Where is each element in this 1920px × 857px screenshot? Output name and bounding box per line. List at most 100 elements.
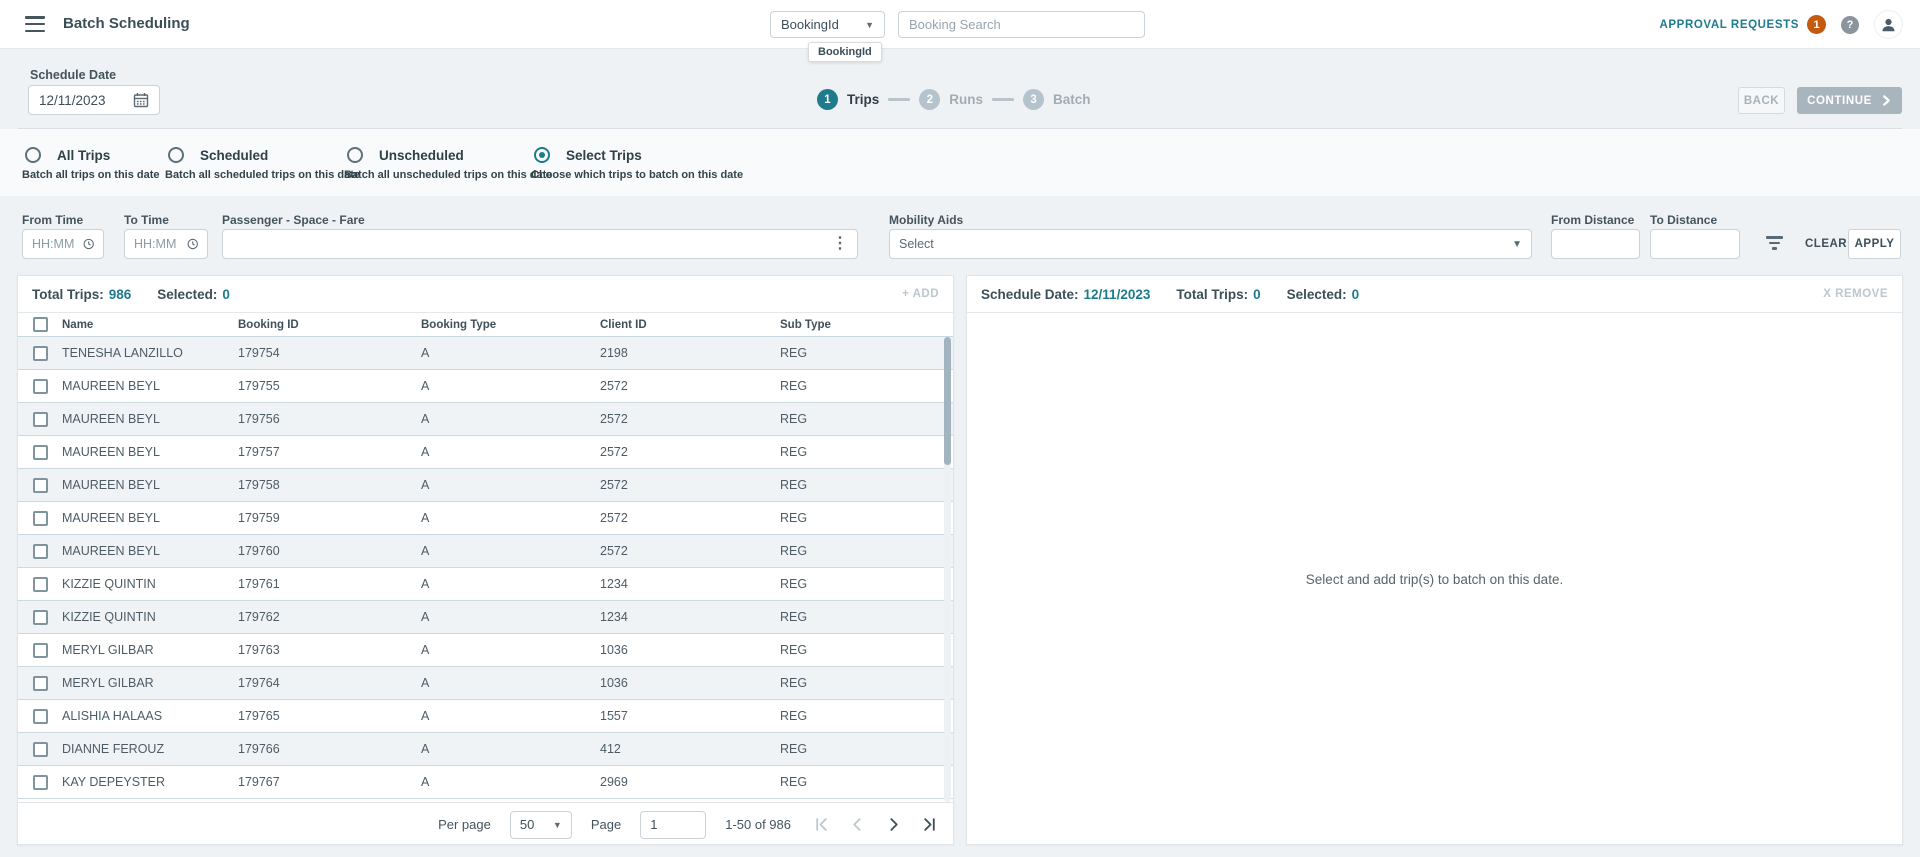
cell-booking-type: A	[421, 412, 430, 426]
cell-name: KIZZIE QUINTIN	[62, 610, 156, 624]
cell-sub-type: REG	[780, 577, 808, 591]
step-batch[interactable]: 3 Batch	[1023, 89, 1091, 110]
from-time-field[interactable]	[22, 229, 104, 259]
row-checkbox[interactable]	[32, 345, 48, 361]
table-row[interactable]: ALISHIA HALAAS 179765 A 1557 REG	[18, 700, 953, 733]
row-checkbox[interactable]	[32, 576, 48, 592]
radio-select-trips[interactable]: Select Trips Choose which trips to batch…	[531, 147, 743, 181]
from-time-input[interactable]	[32, 237, 83, 251]
radio-icon[interactable]	[25, 147, 41, 163]
trip-mode-band: All Trips Batch all trips on this date S…	[0, 129, 1920, 196]
step-trips[interactable]: 1 Trips	[817, 89, 879, 110]
table-row[interactable]: KIZZIE QUINTIN 179761 A 1234 REG	[18, 568, 953, 601]
next-page-icon[interactable]	[886, 817, 901, 832]
table-row[interactable]: MAUREEN BEYL 179755 A 2572 REG	[18, 370, 953, 403]
passenger-space-fare-input[interactable]	[232, 237, 832, 251]
first-page-icon[interactable]	[814, 817, 829, 832]
table-row[interactable]: MAUREEN BEYL 179757 A 2572 REG	[18, 436, 953, 469]
row-checkbox[interactable]	[32, 411, 48, 427]
schedule-date-input[interactable]: 12/11/2023	[28, 85, 160, 115]
passenger-space-fare-field[interactable]: ⋮	[222, 229, 858, 259]
page-input[interactable]	[640, 810, 707, 839]
booking-search-input[interactable]	[898, 11, 1145, 38]
radio-all-trips[interactable]: All Trips Batch all trips on this date	[22, 147, 160, 181]
row-checkbox[interactable]	[32, 444, 48, 460]
radio-icon-selected[interactable]	[534, 147, 550, 163]
trips-panel: Total Trips: 986 Selected: 0 + ADD Name …	[17, 275, 954, 845]
remove-button[interactable]: X REMOVE	[1823, 288, 1888, 300]
from-distance-input[interactable]	[1561, 237, 1630, 251]
table-row[interactable]: KAY DEPEYSTER 179767 A 2969 REG	[18, 766, 953, 799]
mobility-aids-select[interactable]: Select ▼	[889, 229, 1532, 259]
cell-booking-type: A	[421, 511, 430, 525]
approval-requests-button[interactable]: APPROVAL REQUESTS 1	[1660, 15, 1826, 34]
row-checkbox[interactable]	[32, 543, 48, 559]
table-row[interactable]: MERYL GILBAR 179764 A 1036 REG	[18, 667, 953, 700]
cell-sub-type: REG	[780, 643, 808, 657]
table-row[interactable]: MERYL GILBAR 179763 A 1036 REG	[18, 634, 953, 667]
back-button[interactable]: BACK	[1738, 87, 1785, 114]
cell-client-id: 2572	[600, 478, 628, 492]
row-checkbox[interactable]	[32, 642, 48, 658]
cell-sub-type: REG	[780, 346, 808, 360]
search-type-select[interactable]: BookingId ▼	[770, 11, 885, 38]
add-button[interactable]: + ADD	[902, 288, 939, 300]
clear-button[interactable]: CLEAR	[1805, 238, 1847, 250]
per-page-select[interactable]: 50 ▼	[509, 810, 572, 839]
table-row[interactable]: MAUREEN BEYL 179756 A 2572 REG	[18, 403, 953, 436]
table-scrollbar-thumb[interactable]	[944, 337, 951, 465]
from-distance-label: From Distance	[1551, 213, 1635, 227]
wizard-stepper: 1 Trips 2 Runs 3 Batch	[817, 89, 1091, 110]
to-time-input[interactable]	[134, 237, 187, 251]
cell-booking-id: 179761	[238, 577, 280, 591]
row-checkbox[interactable]	[32, 477, 48, 493]
toolbar: Schedule Date 12/11/2023 1 Trips 2 Runs …	[0, 49, 1920, 129]
menu-icon[interactable]	[25, 16, 45, 32]
cell-client-id: 1036	[600, 676, 628, 690]
table-row[interactable]: TENESHA LANZILLO 179754 A 2198 REG	[18, 337, 953, 370]
table-row[interactable]: DIANNE FEROUZ 179766 A 412 REG	[18, 733, 953, 766]
radio-icon[interactable]	[168, 147, 184, 163]
cell-client-id: 2572	[600, 379, 628, 393]
row-checkbox[interactable]	[32, 675, 48, 691]
last-page-icon[interactable]	[922, 817, 937, 832]
to-time-field[interactable]	[124, 229, 208, 259]
step-runs[interactable]: 2 Runs	[919, 89, 983, 110]
previous-page-icon[interactable]	[850, 817, 865, 832]
radio-icon[interactable]	[347, 147, 363, 163]
trips-table-body: TENESHA LANZILLO 179754 A 2198 REG MAURE…	[18, 337, 953, 802]
row-checkbox[interactable]	[32, 609, 48, 625]
cell-sub-type: REG	[780, 775, 808, 789]
batch-total-trips-label: Total Trips:	[1176, 286, 1249, 302]
radio-label: Unscheduled	[379, 147, 464, 163]
apply-button[interactable]: APPLY	[1848, 229, 1901, 259]
table-row[interactable]: MAUREEN BEYL 179760 A 2572 REG	[18, 535, 953, 568]
cell-name: MAUREEN BEYL	[62, 544, 160, 558]
continue-button[interactable]: CONTINUE	[1797, 87, 1902, 114]
row-checkbox[interactable]	[32, 510, 48, 526]
table-row[interactable]: MAUREEN BEYL 179759 A 2572 REG	[18, 502, 953, 535]
to-distance-input[interactable]	[1660, 237, 1730, 251]
cell-sub-type: REG	[780, 610, 808, 624]
from-distance-field[interactable]	[1551, 229, 1640, 259]
radio-unscheduled[interactable]: Unscheduled Batch all unscheduled trips …	[344, 147, 552, 181]
select-all-checkbox[interactable]	[32, 317, 48, 332]
table-row-partial	[18, 799, 953, 802]
kebab-menu-icon[interactable]: ⋮	[832, 236, 848, 252]
help-icon[interactable]: ?	[1841, 15, 1859, 34]
table-row[interactable]: MAUREEN BEYL 179758 A 2572 REG	[18, 469, 953, 502]
radio-description: Batch all scheduled trips on this date	[165, 169, 360, 181]
row-checkbox[interactable]	[32, 741, 48, 757]
filter-icon[interactable]	[1765, 236, 1783, 250]
cell-booking-id: 179763	[238, 643, 280, 657]
radio-scheduled[interactable]: Scheduled Batch all scheduled trips on t…	[165, 147, 360, 181]
row-checkbox[interactable]	[32, 708, 48, 724]
table-row[interactable]: KIZZIE QUINTIN 179762 A 1234 REG	[18, 601, 953, 634]
row-checkbox[interactable]	[32, 774, 48, 790]
to-distance-field[interactable]	[1650, 229, 1740, 259]
user-avatar[interactable]	[1874, 10, 1903, 39]
batch-total-trips-stat: Total Trips: 0	[1176, 287, 1260, 302]
cell-booking-id: 179756	[238, 412, 280, 426]
step-batch-label: Batch	[1053, 92, 1091, 107]
row-checkbox[interactable]	[32, 378, 48, 394]
